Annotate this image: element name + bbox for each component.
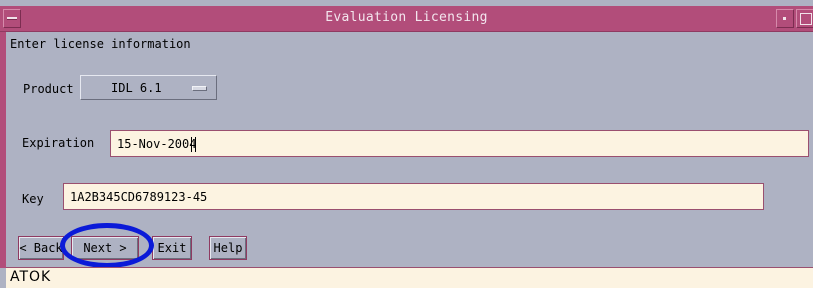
window-title: Evaluation Licensing (325, 10, 488, 25)
next-button[interactable]: Next > (71, 236, 139, 260)
product-option-menu[interactable]: IDL 6.1 (80, 75, 217, 100)
evaluation-licensing-window: Evaluation Licensing Enter license infor… (0, 0, 813, 288)
maximize-icon[interactable] (796, 9, 813, 28)
product-label: Product (23, 82, 74, 96)
help-button[interactable]: Help (209, 236, 247, 260)
key-field[interactable] (63, 183, 764, 210)
expiration-field[interactable] (110, 130, 809, 157)
status-text: ATOK (10, 269, 52, 285)
minimize-icon[interactable] (776, 9, 794, 28)
back-button[interactable]: < Back (18, 236, 64, 260)
text-cursor (191, 137, 196, 152)
exit-button[interactable]: Exit (152, 236, 192, 260)
expiration-label: Expiration (22, 136, 95, 150)
product-selected-value: IDL 6.1 (111, 81, 162, 95)
option-menu-indicator-icon (192, 86, 207, 91)
instruction-text: Enter license information (10, 37, 191, 51)
title-bar[interactable]: Evaluation Licensing (0, 6, 813, 32)
key-label: Key (22, 192, 44, 206)
status-bar: ATOK (6, 267, 813, 288)
window-frame-left (0, 32, 6, 268)
